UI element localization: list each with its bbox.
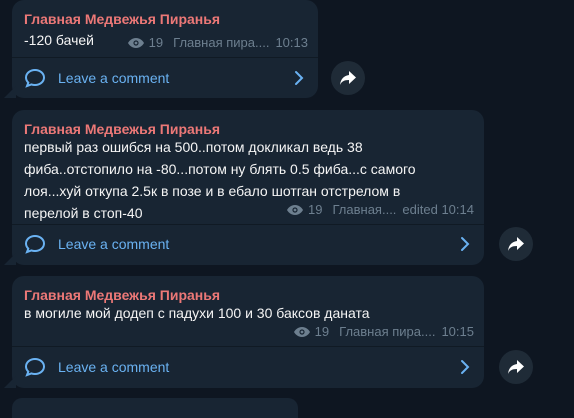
comment-bubble-icon [24, 234, 46, 254]
sender-name[interactable]: Главная Медвежья Пиранья [24, 287, 220, 303]
message-bubble: Главная Медвежья Пиранья первый раз ошиб… [12, 110, 484, 265]
chevron-right-icon [295, 71, 304, 85]
bubble-tail [4, 86, 16, 98]
post-time: edited 10:14 [402, 202, 474, 217]
message-text: -120 бачей [24, 32, 94, 48]
view-count: 19 [148, 35, 164, 50]
share-arrow-icon [340, 71, 356, 85]
sender-name[interactable]: Главная Медвежья Пиранья [24, 121, 220, 137]
leave-comment-button[interactable]: Leave a comment [12, 58, 318, 98]
share-arrow-icon [508, 360, 524, 374]
eye-icon [293, 326, 310, 337]
post-signature: Главная пира.... [173, 35, 270, 50]
message-meta: 19 Главная пира.... 10:15 [293, 324, 474, 339]
message-bubble-partial [12, 398, 298, 418]
leave-comment-button[interactable]: Leave a comment [12, 347, 484, 387]
leave-comment-label: Leave a comment [58, 359, 170, 375]
comment-bubble-icon [24, 357, 46, 377]
post-signature: Главная пира.... [339, 324, 436, 339]
share-button[interactable] [499, 227, 533, 261]
eye-icon [287, 204, 304, 215]
message-meta: 19 Главная.... edited 10:14 [286, 202, 474, 217]
post-time: 10:13 [275, 35, 308, 50]
post-time: 10:15 [441, 324, 474, 339]
view-count: 19 [308, 202, 323, 217]
sender-name[interactable]: Главная Медвежья Пиранья [24, 11, 220, 27]
bubble-tail [4, 253, 16, 265]
message-text: в могиле мой додеп с падухи 100 и 30 бак… [24, 305, 370, 321]
leave-comment-label: Leave a comment [58, 70, 170, 86]
eye-icon [127, 37, 144, 48]
chevron-right-icon [461, 237, 470, 251]
message-meta: 19 Главная пира.... 10:13 [127, 35, 308, 50]
message-bubble: Главная Медвежья Пиранья в могиле мой до… [12, 276, 484, 388]
share-button[interactable] [499, 350, 533, 384]
message-bubble: Главная Медвежья Пиранья -120 бачей 19 Г… [12, 0, 318, 98]
chevron-right-icon [461, 360, 470, 374]
view-count: 19 [314, 324, 330, 339]
share-button[interactable] [331, 61, 365, 95]
leave-comment-button[interactable]: Leave a comment [12, 224, 484, 264]
post-signature: Главная.... [332, 202, 397, 217]
share-arrow-icon [508, 237, 524, 251]
leave-comment-label: Leave a comment [58, 236, 170, 252]
comment-bubble-icon [24, 68, 46, 88]
